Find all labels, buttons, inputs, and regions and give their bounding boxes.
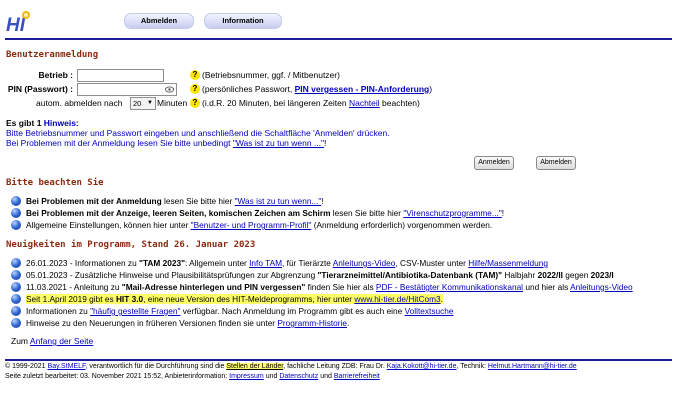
news-item: Hinweise zu den Neuerungen in früheren V… xyxy=(26,318,350,328)
pin-help-icon[interactable]: ? xyxy=(190,84,200,94)
news-link[interactable]: Anleitungs-Video xyxy=(333,258,396,268)
show-password-eye-icon[interactable] xyxy=(165,86,174,93)
notes-section-title: Bitte beachten Sie xyxy=(6,178,104,188)
bullet-icon xyxy=(11,294,21,304)
note-item: Bei Problemen mit der Anmeldung lesen Si… xyxy=(26,196,324,206)
note-item: Bei Problemen mit der Anzeige, leeren Se… xyxy=(26,208,505,218)
bullet-icon xyxy=(11,270,21,280)
footer-link[interactable]: Stellen der Länder xyxy=(226,363,284,370)
programm-historie-link[interactable]: Programm-Historie xyxy=(277,318,347,328)
bullet-icon xyxy=(11,282,21,292)
hint-line-2: Bei Problemen mit der Anmeldung lesen Si… xyxy=(6,138,327,148)
pin-input[interactable] xyxy=(77,83,177,96)
nachteil-link[interactable]: Nachteil xyxy=(349,98,380,108)
logo-text: HI xyxy=(6,15,26,35)
footer-link[interactable]: Helmut.Hartmann@hi-tier.de xyxy=(488,363,577,370)
bullet-icon xyxy=(11,220,21,230)
bullet-icon xyxy=(11,258,21,268)
hint-was-tun-link[interactable]: "Was ist zu tun wenn ..." xyxy=(233,138,324,148)
news-item: 26.01.2023 - Informationen zu "TAM 2023"… xyxy=(26,258,548,268)
bullet-icon xyxy=(11,318,21,328)
footer-link[interactable]: Kaja.Kokott@hi-tier.de xyxy=(387,363,457,370)
bullet-icon xyxy=(11,196,21,206)
betrieb-label: Betrieb : xyxy=(38,70,73,80)
news-item: 05.01.2023 - Zusätzliche Hinweise und Pl… xyxy=(26,270,614,280)
pin-help-text: (persönliches Passwort, PIN vergessen - … xyxy=(202,84,433,94)
autologout-help-text: (i.d.R. 20 Minuten, bei längeren Zeiten … xyxy=(202,98,420,108)
news-link[interactable]: PDF - Bestätigter Kommunikationskanal xyxy=(376,282,523,292)
note-link[interactable]: "Was ist zu tun wenn..." xyxy=(235,196,322,206)
back-to-top: Zum Anfang der Seite xyxy=(11,336,94,346)
top-bar: HI Abmelden Information xyxy=(0,0,677,38)
footer-line-1: © 1999-2021 Bay.StMELF, verantwortlich f… xyxy=(5,363,577,370)
nav-abmelden-button[interactable]: Abmelden xyxy=(124,13,194,29)
news-link[interactable]: "häufig gestellte Fragen" xyxy=(90,306,180,316)
footer-line-2: Seite zuletzt bearbeitet: 03. November 2… xyxy=(5,373,380,380)
nav-information-button[interactable]: Information xyxy=(204,13,282,29)
back-to-top-link[interactable]: Anfang der Seite xyxy=(30,336,93,346)
hitcom3-link[interactable]: www.hi-tier.de/HitCom3 xyxy=(354,294,440,304)
autologout-label: autom. abmelden nach xyxy=(36,98,123,108)
news-item: Informationen zu "häufig gestellte Frage… xyxy=(26,306,454,316)
betrieb-input[interactable] xyxy=(77,69,164,82)
news-section-title: Neuigkeiten im Programm, Stand 26. Janua… xyxy=(6,240,256,250)
note-link[interactable]: "Benutzer- und Programm-Profil" xyxy=(191,220,312,230)
autologout-unit: Minuten xyxy=(157,98,188,108)
note-link[interactable]: "Virenschutzprogramme..." xyxy=(403,208,501,218)
pin-forgot-link[interactable]: PIN vergessen - PIN-Anforderung xyxy=(295,84,430,94)
footer-divider xyxy=(5,359,672,361)
header-divider xyxy=(5,38,672,40)
chevron-down-icon: ▼ xyxy=(147,100,153,106)
autologout-help-icon[interactable]: ? xyxy=(190,98,200,108)
abmelden-button[interactable]: Abmelden xyxy=(536,156,576,170)
note-item: Allgemeine Einstellungen, können hier un… xyxy=(26,220,493,230)
volltextsuche-link[interactable]: Volltextsuche xyxy=(405,306,454,316)
hint-line-1: Bitte Betriebsnummer und Passwort eingeb… xyxy=(6,128,390,138)
betrieb-help-text: (Betriebsnummer, ggf. / Mitbenutzer) xyxy=(202,70,340,80)
news-link[interactable]: Anleitungs-Video xyxy=(570,282,633,292)
news-link[interactable]: Info TAM xyxy=(249,258,282,268)
login-section-title: Benutzeranmeldung xyxy=(6,50,99,60)
barrierefreiheit-link[interactable]: Barrierefreiheit xyxy=(334,373,380,380)
hint-title: Es gibt 1 Hinweis: xyxy=(6,118,79,128)
bullet-icon xyxy=(11,208,21,218)
autologout-select[interactable]: 20 ▼ xyxy=(130,97,156,110)
betrieb-help-icon[interactable]: ? xyxy=(190,70,200,80)
footer-link[interactable]: Bay.StMELF xyxy=(48,363,86,370)
news-item-highlighted: Seit 1.April 2019 gibt es HIT 3.0, eine … xyxy=(26,294,443,304)
impressum-link[interactable]: Impressum xyxy=(229,373,264,380)
anmelden-button[interactable]: Anmelden xyxy=(474,156,514,170)
pin-label: PIN (Passwort) : xyxy=(7,84,73,94)
news-link[interactable]: Hilfe/Massenmeldung xyxy=(468,258,548,268)
hi-tier-logo: HI xyxy=(6,11,30,35)
news-item: 11.03.2021 - Anleitung zu "Mail-Adresse … xyxy=(26,282,633,292)
bullet-icon xyxy=(11,306,21,316)
datenschutz-link[interactable]: Datenschutz xyxy=(279,373,318,380)
